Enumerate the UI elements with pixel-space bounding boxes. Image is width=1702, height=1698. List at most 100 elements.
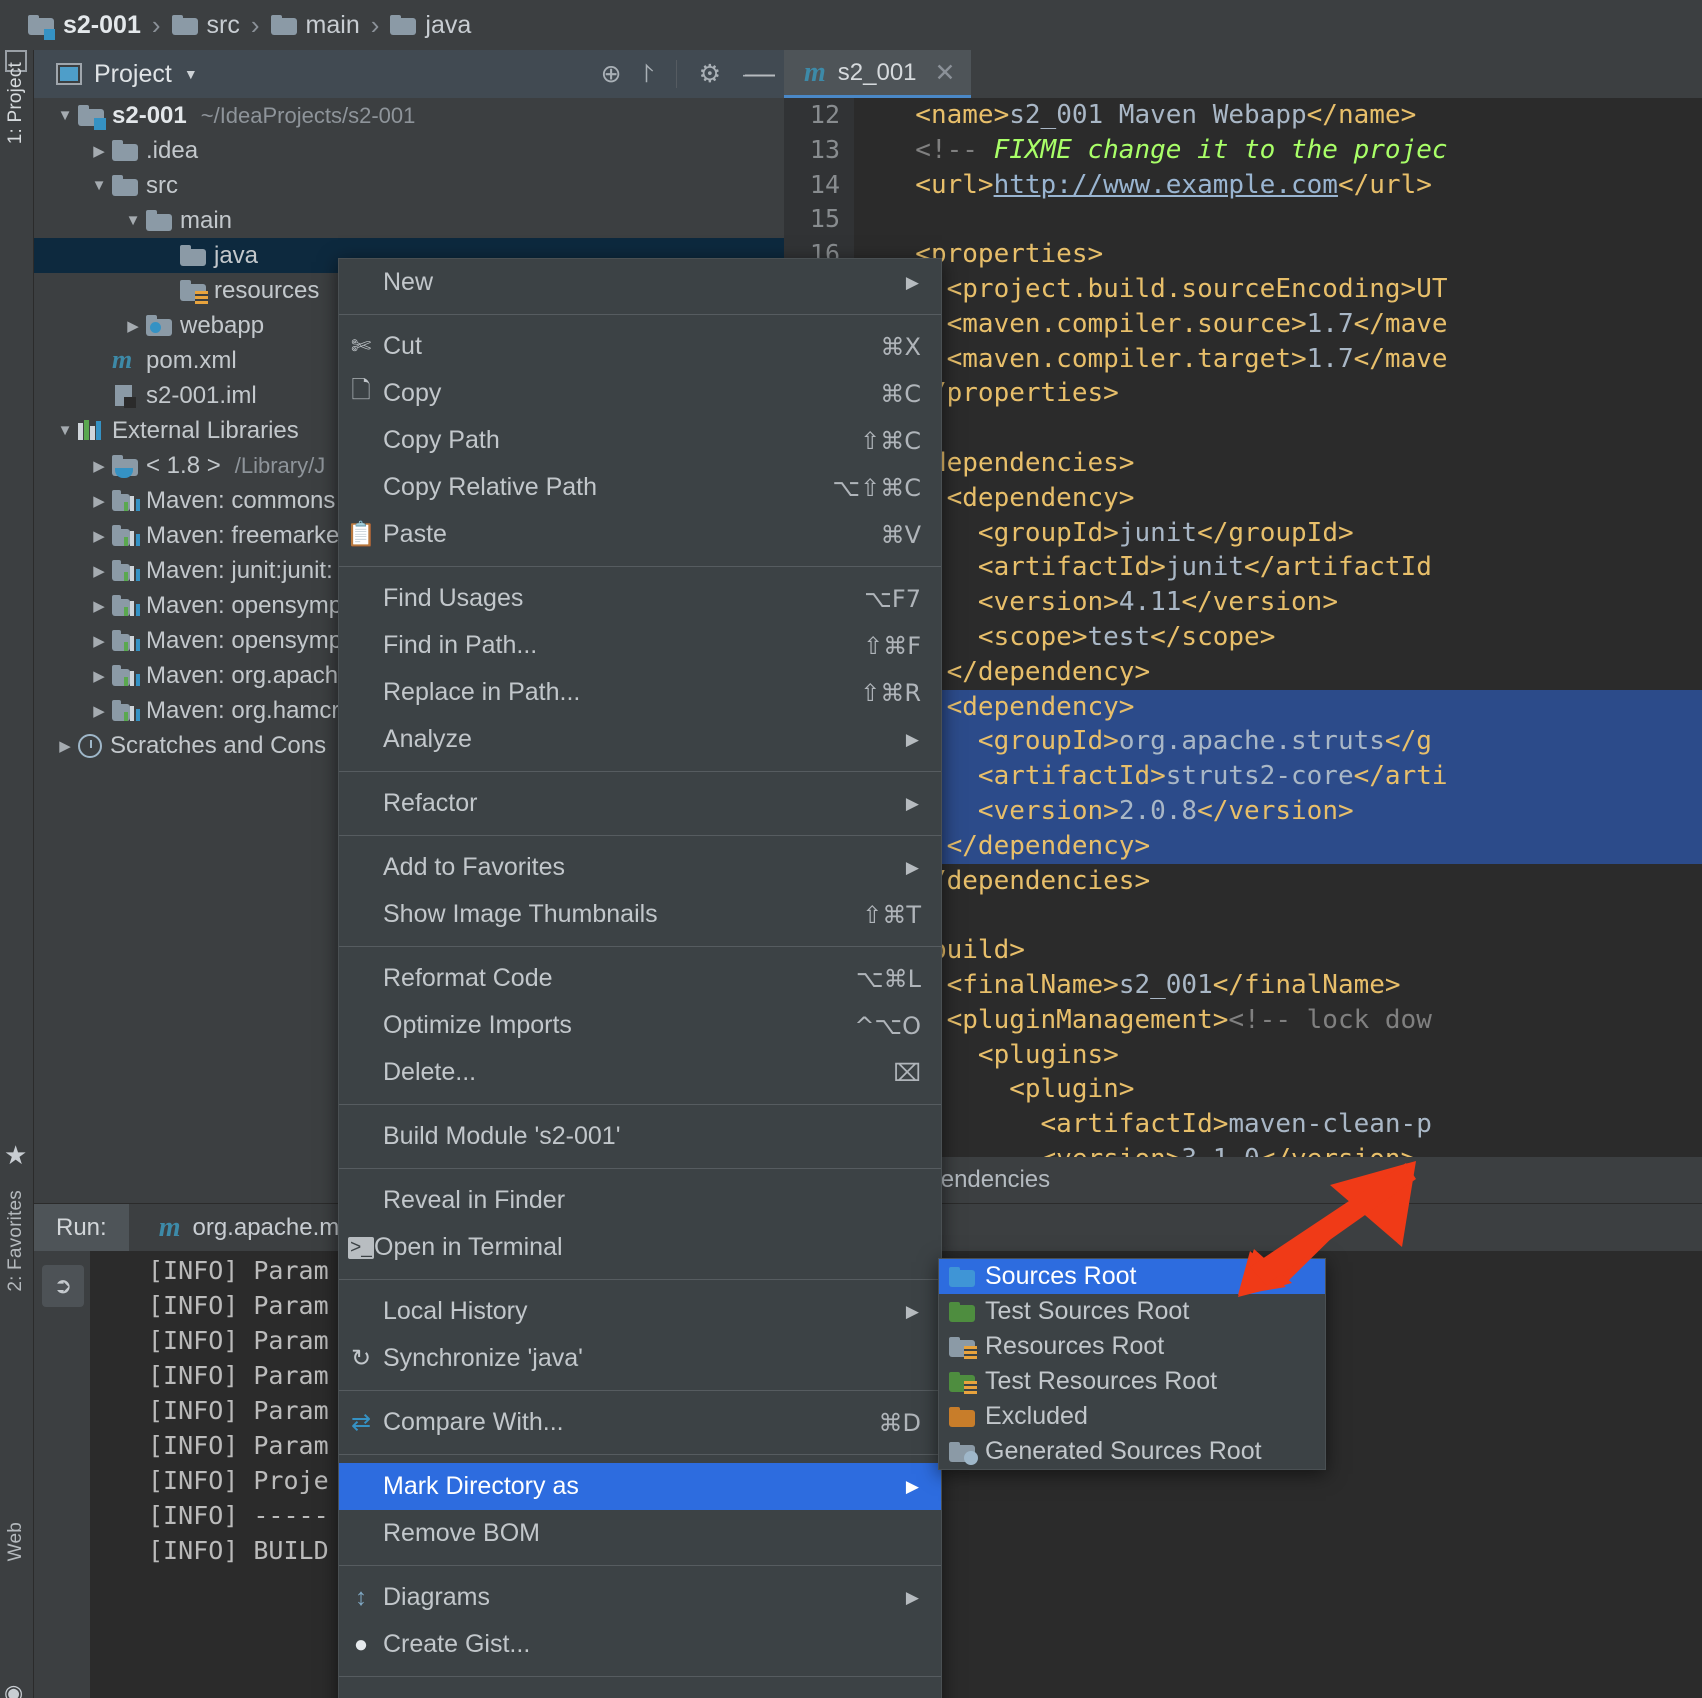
menu-item-compare-with[interactable]: ⇄ Compare With... ⌘D: [339, 1399, 941, 1446]
code-line[interactable]: [854, 898, 1702, 933]
code-line[interactable]: [854, 411, 1702, 446]
menu-item-build-module-s2-001[interactable]: Build Module 's2-001': [339, 1113, 941, 1160]
code-line[interactable]: <project.build.sourceEncoding>UT: [854, 272, 1702, 307]
menu-item-refactor[interactable]: Refactor ▶: [339, 780, 941, 827]
menu-item-local-history[interactable]: Local History ▶: [339, 1288, 941, 1335]
menu-item-find-usages[interactable]: Find Usages ⌥F7: [339, 575, 941, 622]
menu-item-copy-path[interactable]: Copy Path ⇧⌘C: [339, 417, 941, 464]
breadcrumb-item-s2-001[interactable]: s2-001: [28, 11, 141, 40]
sidebar-item-project[interactable]: 1: Project: [5, 62, 27, 144]
menu-item-analyze[interactable]: Analyze ▶: [339, 716, 941, 763]
code-line[interactable]: <artifactId>struts2-core</arti: [854, 759, 1702, 794]
menu-item-add-to-favorites[interactable]: Add to Favorites ▶: [339, 844, 941, 891]
menu-item-open-in-terminal[interactable]: >_ Open in Terminal: [339, 1224, 941, 1271]
code-line[interactable]: <groupId>org.apache.struts</g: [854, 724, 1702, 760]
code-line[interactable]: <properties>: [854, 237, 1702, 272]
code-line[interactable]: <build>: [854, 933, 1702, 968]
tree-twisty-icon[interactable]: ▶: [52, 737, 78, 755]
tree-twisty-icon[interactable]: ▼: [52, 107, 78, 124]
close-icon[interactable]: ✕: [935, 58, 956, 88]
code-line[interactable]: <plugin>: [854, 1072, 1702, 1107]
code-line[interactable]: <version>3.1.0</version>: [854, 1142, 1702, 1157]
menu-item-copy[interactable]: 🗋 Copy ⌘C: [339, 370, 941, 417]
menu-item-cut[interactable]: ✄ Cut ⌘X: [339, 323, 941, 370]
menu-item-optimize-imports[interactable]: Optimize Imports ^⌥O: [339, 1002, 941, 1049]
code-line[interactable]: <!-- FIXME change it to the projec: [854, 133, 1702, 168]
code-line[interactable]: <name>s2_001 Maven Webapp</name>: [854, 98, 1702, 133]
context-menu[interactable]: New ▶ ✄ Cut ⌘X 🗋 Copy ⌘C Copy Path ⇧⌘C Copy Relati…: [338, 258, 942, 1698]
submenu-item-resources-root[interactable]: Resources Root: [939, 1329, 1325, 1364]
menu-item-new[interactable]: New ▶: [339, 259, 941, 306]
code-line[interactable]: </properties>: [854, 376, 1702, 411]
breadcrumb-item-java[interactable]: java: [390, 11, 471, 40]
menu-item-convert-java-file-to-kotlin-file[interactable]: Convert Java File to Kotlin File⌥⇧⌘K: [339, 1685, 941, 1698]
run-configuration-tab[interactable]: m org.apache.mav: [129, 1212, 365, 1244]
code-line[interactable]: </dependency>: [854, 655, 1702, 690]
menu-item-create-gist[interactable]: ● Create Gist...: [339, 1621, 941, 1668]
menu-item-reformat-code[interactable]: Reformat Code ⌥⌘L: [339, 955, 941, 1002]
code-line[interactable]: </dependency>: [854, 828, 1702, 864]
tree-twisty-icon[interactable]: [86, 352, 112, 369]
menu-item-find-in-path[interactable]: Find in Path... ⇧⌘F: [339, 622, 941, 669]
menu-item-replace-in-path[interactable]: Replace in Path... ⇧⌘R: [339, 669, 941, 716]
code-line[interactable]: <groupId>junit</groupId>: [854, 516, 1702, 551]
tree-twisty-icon[interactable]: ▼: [52, 422, 78, 439]
menu-item-diagrams[interactable]: ↕ Diagrams ▶: [339, 1574, 941, 1621]
menu-item-show-image-thumbnails[interactable]: Show Image Thumbnails ⇧⌘T: [339, 891, 941, 938]
menu-item-reveal-in-finder[interactable]: Reveal in Finder: [339, 1177, 941, 1224]
code-line[interactable]: <maven.compiler.target>1.7</mave: [854, 342, 1702, 377]
code-line[interactable]: <version>2.0.8</version>: [854, 793, 1702, 829]
menu-item-paste[interactable]: 📋 Paste ⌘V: [339, 511, 941, 558]
menu-item-synchronize-java[interactable]: ↻ Synchronize 'java': [339, 1335, 941, 1382]
submenu-item-test-resources-root[interactable]: Test Resources Root: [939, 1364, 1325, 1399]
tree-twisty-icon[interactable]: ▶: [86, 702, 112, 720]
code-line[interactable]: <plugins>: [854, 1038, 1702, 1073]
gear-icon[interactable]: ⚙: [699, 61, 721, 87]
tree-twisty-icon[interactable]: [86, 387, 112, 404]
tree-twisty-icon[interactable]: ▶: [86, 667, 112, 685]
submenu-item-excluded[interactable]: Excluded: [939, 1399, 1325, 1434]
code-content[interactable]: <name>s2_001 Maven Webapp</name> <!-- FI…: [854, 98, 1702, 1157]
tree-twisty-icon[interactable]: ▶: [86, 597, 112, 615]
tree-twisty-icon[interactable]: ▼: [120, 212, 146, 229]
locate-icon[interactable]: ⊕: [601, 61, 622, 87]
code-line[interactable]: <dependency>: [854, 481, 1702, 516]
tree-node[interactable]: ▼ main: [34, 203, 784, 238]
collapse-all-icon[interactable]: ⨡: [644, 61, 654, 87]
tree-twisty-icon[interactable]: ▼: [86, 177, 112, 194]
menu-item-mark-directory-as[interactable]: Mark Directory as ▶: [339, 1463, 941, 1510]
code-line[interactable]: <pluginManagement><!-- lock dow: [854, 1003, 1702, 1038]
hide-tool-window-icon[interactable]: —: [736, 50, 784, 98]
tree-twisty-icon[interactable]: ▶: [86, 562, 112, 580]
code-line[interactable]: <artifactId>junit</artifactId: [854, 550, 1702, 585]
mark-directory-as-submenu[interactable]: Sources Root Test Sources Root Resources R…: [938, 1258, 1326, 1470]
code-line[interactable]: <dependency>: [854, 689, 1702, 725]
tree-twisty-icon[interactable]: ▶: [86, 142, 112, 160]
breadcrumb-item-src[interactable]: src: [171, 11, 240, 40]
tree-twisty-icon[interactable]: ▶: [86, 527, 112, 545]
menu-item-copy-relative-path[interactable]: Copy Relative Path ⌥⇧⌘C: [339, 464, 941, 511]
submenu-item-generated-sources-root[interactable]: Generated Sources Root: [939, 1434, 1325, 1469]
rerun-icon[interactable]: ➲: [42, 1265, 84, 1307]
breadcrumb-item-main[interactable]: main: [270, 11, 360, 40]
submenu-item-test-sources-root[interactable]: Test Sources Root: [939, 1294, 1325, 1329]
chevron-down-icon[interactable]: ▼: [184, 66, 198, 82]
code-line[interactable]: <artifactId>maven-clean-p: [854, 1107, 1702, 1142]
code-line[interactable]: </dependencies>: [854, 864, 1702, 899]
tree-node[interactable]: ▶ .idea: [34, 133, 784, 168]
menu-item-delete[interactable]: Delete... ⌧: [339, 1049, 941, 1096]
tree-twisty-icon[interactable]: ▶: [120, 317, 146, 335]
code-line[interactable]: <dependencies>: [854, 446, 1702, 481]
tree-node[interactable]: ▼ src: [34, 168, 784, 203]
tree-twisty-icon[interactable]: ▶: [86, 457, 112, 475]
submenu-item-sources-root[interactable]: Sources Root: [939, 1259, 1325, 1294]
tree-twisty-icon[interactable]: ▶: [86, 632, 112, 650]
code-line[interactable]: <scope>test</scope>: [854, 620, 1702, 655]
tree-twisty-icon[interactable]: [154, 247, 180, 264]
sidebar-item-favorites[interactable]: 2: Favorites: [5, 1190, 27, 1292]
tree-twisty-icon[interactable]: ▶: [86, 492, 112, 510]
sidebar-item-web[interactable]: Web: [5, 1522, 27, 1561]
code-line[interactable]: [854, 202, 1702, 237]
code-line[interactable]: <finalName>s2_001</finalName>: [854, 968, 1702, 1003]
code-line[interactable]: <url>http://www.example.com</url>: [854, 168, 1702, 203]
